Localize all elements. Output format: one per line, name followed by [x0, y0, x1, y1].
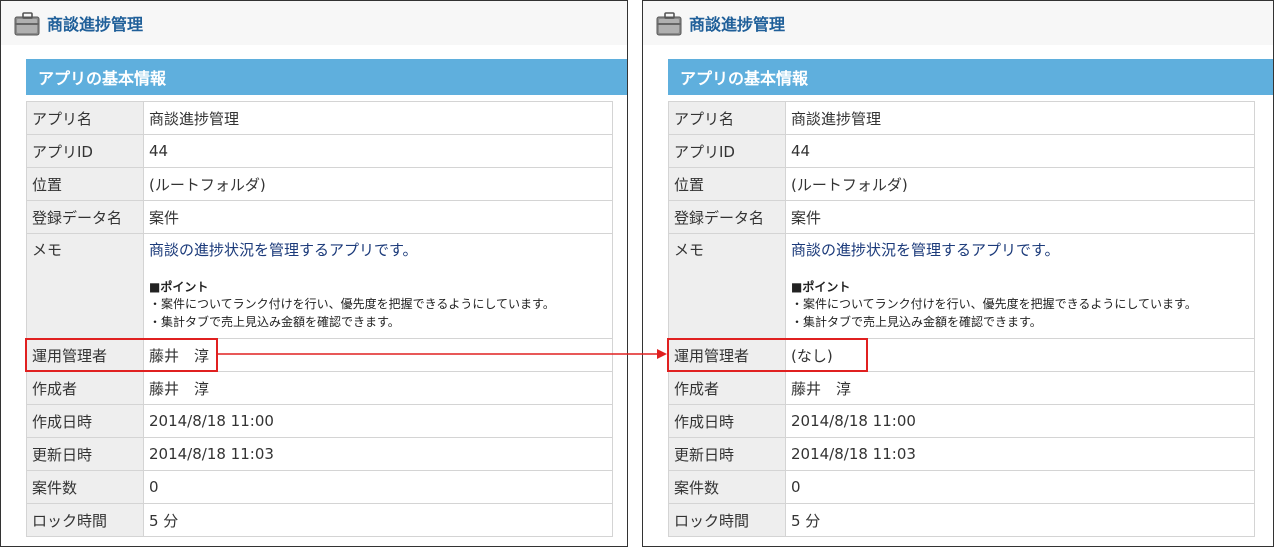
row-label: 作成者 — [26, 371, 144, 405]
row-label: 更新日時 — [668, 437, 786, 471]
row-label: 登録データ名 — [26, 200, 144, 234]
row-value: (ルートフォルダ) — [785, 167, 1255, 201]
memo-line: ・案件についてランク付けを行い、優先度を把握できるようにしています。 — [791, 297, 1197, 311]
row-value: 5 分 — [143, 503, 613, 537]
row-label: 案件数 — [26, 470, 144, 504]
memo-main: 商談の進捗状況を管理するアプリです。 — [149, 241, 418, 259]
section-title: アプリの基本情報 — [668, 59, 1273, 95]
row-label: アプリ名 — [26, 101, 144, 135]
row-value: 2014/8/18 11:00 — [143, 404, 613, 438]
briefcase-icon — [656, 12, 682, 36]
row-value: (ルートフォルダ) — [143, 167, 613, 201]
table-row: 登録データ名 案件 — [26, 200, 613, 234]
table-row: 作成日時 2014/8/18 11:00 — [26, 404, 613, 438]
memo-line: ・集計タブで売上見込み金額を確認できます。 — [149, 315, 400, 329]
row-label: アプリID — [26, 134, 144, 168]
row-value: 案件 — [785, 200, 1255, 234]
highlight-box-left — [25, 338, 218, 372]
highlight-box-right — [667, 338, 868, 372]
row-value: 2014/8/18 11:00 — [785, 404, 1255, 438]
table-row: 位置 (ルートフォルダ) — [26, 167, 613, 201]
table-row: アプリID 44 — [26, 134, 613, 168]
row-value: 0 — [785, 470, 1255, 504]
row-label: 位置 — [668, 167, 786, 201]
table-row: 作成者 藤井 淳 — [668, 371, 1255, 405]
row-value: 藤井 淳 — [785, 371, 1255, 405]
row-label: 登録データ名 — [668, 200, 786, 234]
table-row: 登録データ名 案件 — [668, 200, 1255, 234]
row-label: ロック時間 — [668, 503, 786, 537]
table-row: 案件数 0 — [668, 470, 1255, 504]
row-value: 商談進捗管理 — [785, 101, 1255, 135]
row-value: 藤井 淳 — [143, 371, 613, 405]
app-header: 商談進捗管理 — [1, 1, 627, 45]
section-title: アプリの基本情報 — [26, 59, 627, 95]
row-value: 44 — [143, 134, 613, 168]
row-label: 更新日時 — [26, 437, 144, 471]
table-row: 作成者 藤井 淳 — [26, 371, 613, 405]
row-value: 44 — [785, 134, 1255, 168]
row-label: アプリ名 — [668, 101, 786, 135]
row-label: メモ — [668, 233, 786, 339]
row-value: 0 — [143, 470, 613, 504]
right-panel: 商談進捗管理 アプリの基本情報 アプリ名 商談進捗管理 アプリID 44 位置 (ルー… — [642, 0, 1274, 547]
info-table: アプリ名 商談進捗管理 アプリID 44 位置 (ルートフォルダ) 登録データ名 案件 … — [26, 101, 613, 537]
memo-cell: 商談の進捗状況を管理するアプリです。 ■ポイント ・案件についてランク付けを行い… — [143, 233, 613, 339]
memo-line: ・集計タブで売上見込み金額を確認できます。 — [791, 315, 1042, 329]
memo-main: 商談の進捗状況を管理するアプリです。 — [791, 241, 1060, 259]
row-label: 作成日時 — [668, 404, 786, 438]
table-row: アプリID 44 — [668, 134, 1255, 168]
info-table: アプリ名 商談進捗管理 アプリID 44 位置 (ルートフォルダ) 登録データ名 案件 … — [668, 101, 1255, 537]
memo-point: ■ポイント — [149, 280, 209, 294]
row-label: 作成者 — [668, 371, 786, 405]
table-row: ロック時間 5 分 — [26, 503, 613, 537]
row-label: メモ — [26, 233, 144, 339]
memo-line: ・案件についてランク付けを行い、優先度を把握できるようにしています。 — [149, 297, 555, 311]
row-value: 商談進捗管理 — [143, 101, 613, 135]
table-row: 位置 (ルートフォルダ) — [668, 167, 1255, 201]
row-label: 作成日時 — [26, 404, 144, 438]
table-row-memo: メモ 商談の進捗状況を管理するアプリです。 ■ポイント ・案件についてランク付け… — [668, 233, 1255, 339]
briefcase-icon — [14, 12, 40, 36]
row-value: 2014/8/18 11:03 — [785, 437, 1255, 471]
memo-point: ■ポイント — [791, 280, 851, 294]
memo-cell: 商談の進捗状況を管理するアプリです。 ■ポイント ・案件についてランク付けを行い… — [785, 233, 1255, 339]
row-value: 5 分 — [785, 503, 1255, 537]
table-row: 更新日時 2014/8/18 11:03 — [26, 437, 613, 471]
table-row: アプリ名 商談進捗管理 — [26, 101, 613, 135]
row-label: 位置 — [26, 167, 144, 201]
table-row: 案件数 0 — [26, 470, 613, 504]
table-row: 作成日時 2014/8/18 11:00 — [668, 404, 1255, 438]
table-row-memo: メモ 商談の進捗状況を管理するアプリです。 ■ポイント ・案件についてランク付け… — [26, 233, 613, 339]
row-label: アプリID — [668, 134, 786, 168]
left-panel: 商談進捗管理 アプリの基本情報 アプリ名 商談進捗管理 アプリID 44 位置 (ルー… — [0, 0, 628, 547]
row-label: 案件数 — [668, 470, 786, 504]
app-title: 商談進捗管理 — [47, 15, 144, 34]
row-value: 案件 — [143, 200, 613, 234]
table-row: アプリ名 商談進捗管理 — [668, 101, 1255, 135]
table-row: ロック時間 5 分 — [668, 503, 1255, 537]
row-label: ロック時間 — [26, 503, 144, 537]
app-header: 商談進捗管理 — [643, 1, 1273, 45]
app-title: 商談進捗管理 — [689, 15, 786, 34]
row-value: 2014/8/18 11:03 — [143, 437, 613, 471]
table-row: 更新日時 2014/8/18 11:03 — [668, 437, 1255, 471]
